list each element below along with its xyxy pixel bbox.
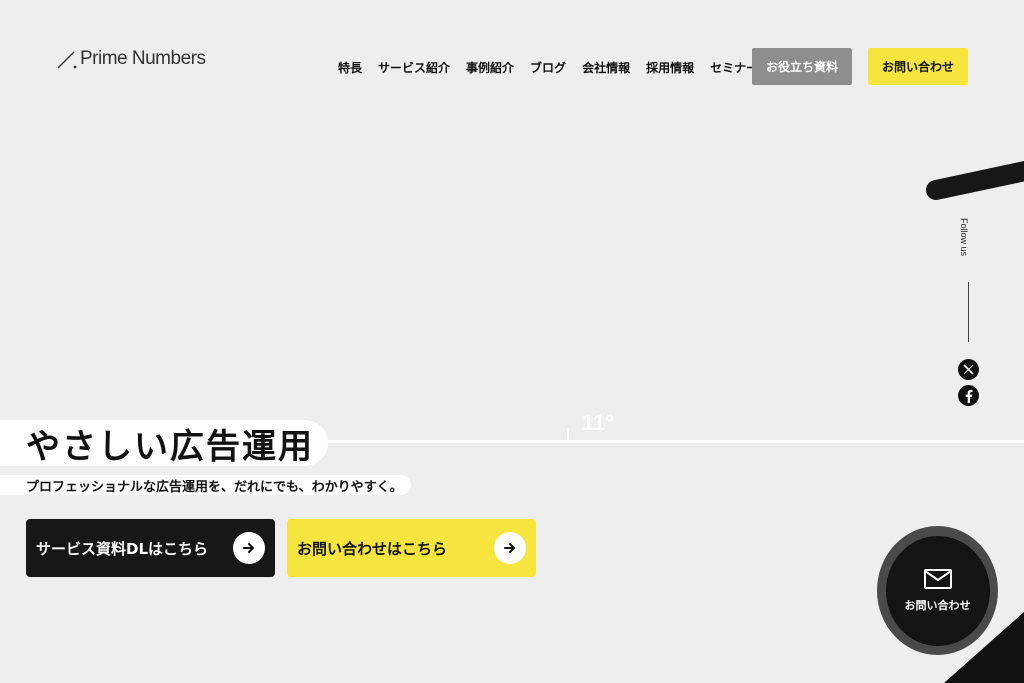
x-logo-glyph — [963, 364, 974, 375]
arrow-right-icon — [233, 532, 265, 564]
logo[interactable]: Prime Numbers — [56, 48, 206, 70]
decorative-corner-triangle — [944, 612, 1024, 683]
hero-subtitle-box: プロフェッショナルな広告運用を、だれにでも、わかりやすく。 — [0, 475, 411, 495]
arrow-right-icon — [494, 532, 526, 564]
nav-item-blog[interactable]: ブログ — [530, 59, 566, 76]
contact-button-label: お問い合わせはこちら — [297, 539, 448, 558]
floating-contact-label: お問い合わせ — [904, 598, 971, 612]
hero-title-box: やさしい広告運用 — [0, 420, 328, 467]
follow-us-label: Follow us — [959, 218, 969, 257]
nav-item-recruit[interactable]: 採用情報 — [646, 59, 694, 76]
facebook-logo-glyph — [965, 389, 972, 403]
hero-title: やさしい広告運用 — [26, 426, 314, 467]
nav-item-services[interactable]: サービス紹介 — [378, 59, 450, 76]
angle-indicator: 11° — [582, 410, 615, 435]
hero-subtitle: プロフェッショナルな広告運用を、だれにでも、わかりやすく。 — [26, 479, 403, 495]
facebook-icon[interactable] — [958, 385, 979, 406]
hero-tick-mark — [567, 428, 569, 442]
mail-icon — [923, 568, 952, 589]
decorative-diagonal-bar — [926, 161, 1024, 200]
resources-button[interactable]: お役立ち資料 — [752, 48, 852, 85]
nav-item-seminar[interactable]: セミナー — [710, 59, 758, 76]
follow-divider — [968, 282, 969, 342]
header-contact-button[interactable]: お問い合わせ — [868, 48, 968, 85]
x-icon[interactable] — [958, 359, 979, 380]
contact-cta-button[interactable]: お問い合わせはこちら — [287, 519, 536, 577]
download-materials-button[interactable]: サービス資料DLはこちら — [26, 519, 275, 577]
main-nav: 特長 サービス紹介 事例紹介 ブログ 会社情報 採用情報 セミナー — [338, 48, 774, 86]
logo-text: Prime Numbers — [80, 48, 206, 69]
nav-item-cases[interactable]: 事例紹介 — [466, 59, 514, 76]
logo-slash-icon — [57, 51, 77, 69]
hero-horizontal-line — [300, 440, 1024, 443]
download-button-label: サービス資料DLはこちら — [36, 539, 209, 558]
nav-item-company[interactable]: 会社情報 — [582, 59, 630, 76]
nav-item-features[interactable]: 特長 — [338, 59, 362, 76]
